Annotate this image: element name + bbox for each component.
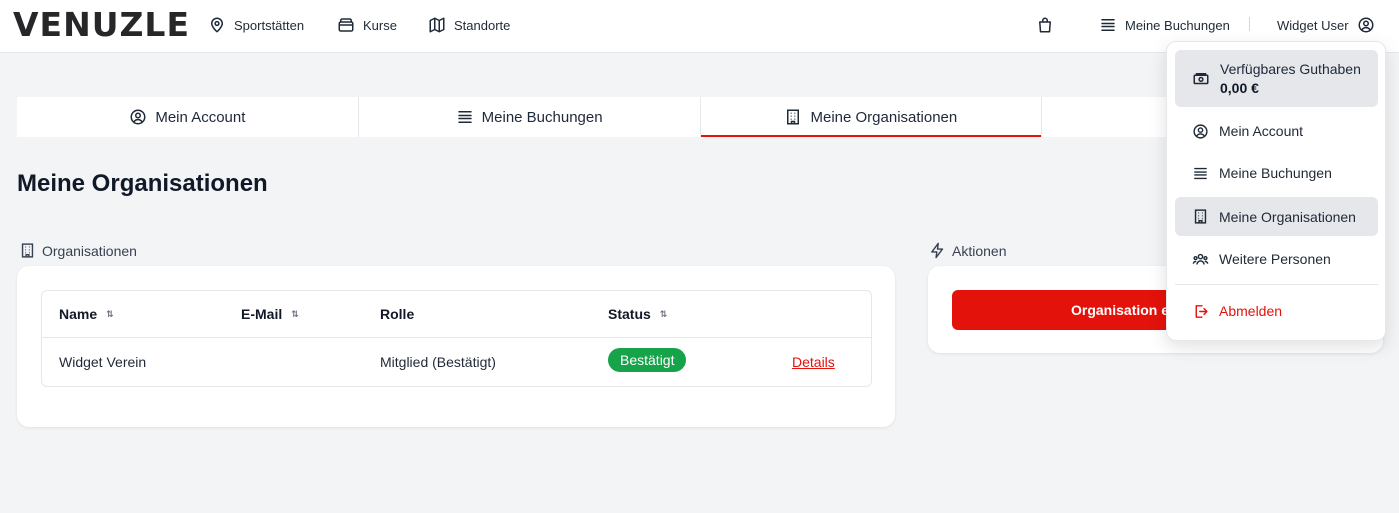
nav-kurse[interactable]: Kurse [337,14,397,36]
actions-section-label: Aktionen [929,242,1006,259]
logout-icon [1192,303,1209,320]
cell-role: Mitglied (Bestätigt) [380,354,496,370]
user-dropdown-menu: Verfügbares Guthaben 0,00 € Mein Account… [1166,41,1386,341]
tab-meine-buchungen[interactable]: Meine Buchungen [359,97,701,137]
column-label: Rolle [380,306,415,322]
menu-divider [1175,284,1378,285]
building-icon [1192,208,1209,225]
section-title: Aktionen [952,242,1007,259]
nav-label: Sportstätten [234,17,305,33]
details-link[interactable]: Details [792,354,835,370]
nav-sportstaetten[interactable]: Sportstätten [208,14,304,36]
column-header-email[interactable]: E-Mail ⇅ [241,304,299,324]
nav-meine-buchungen[interactable]: Meine Buchungen [1099,14,1230,36]
nav-standorte[interactable]: Standorte [428,14,510,36]
nav-label: Standorte [454,17,511,33]
sort-icon: ⇅ [659,309,668,319]
user-circle-icon [1357,16,1375,34]
cell-status: Bestätigt [608,348,687,372]
row-divider [42,337,871,338]
column-header-rolle: Rolle [380,304,414,324]
building-icon [784,108,802,126]
list-icon [1099,16,1117,34]
column-header-status[interactable]: Status ⇅ [608,304,667,324]
tab-label: Meine Buchungen [481,108,603,126]
banknote-icon [1192,70,1210,88]
status-badge: Bestätigt [608,348,687,372]
sort-icon: ⇅ [106,309,114,319]
tab-label: Meine Organisationen [810,108,958,126]
credit-label: Verfügbares Guthaben [1220,61,1361,77]
menu-item-label: Meine Organisationen [1219,208,1356,225]
wallet-icon [337,16,355,34]
credit-value: 0,00 € [1220,80,1259,96]
menu-item-meine-buchungen[interactable]: Meine Buchungen [1175,154,1378,192]
shopping-bag-icon [1036,16,1054,34]
organisations-card: Name ⇅ E-Mail ⇅ Rolle Status ⇅ Widget Ve… [17,266,895,427]
list-icon [1192,165,1209,182]
tab-mein-account[interactable]: Mein Account [17,97,359,137]
page-title: Meine Organisationen [17,170,268,197]
column-label: E-Mail [241,306,283,322]
nav-label: Kurse [363,17,397,33]
column-header-name[interactable]: Name ⇅ [59,304,114,324]
menu-item-mein-account[interactable]: Mein Account [1175,112,1378,150]
nav-divider [1249,17,1250,31]
menu-item-label: Weitere Personen [1219,251,1331,267]
lightning-icon [929,242,946,259]
map-icon [428,16,446,34]
menu-item-label: Mein Account [1219,123,1304,139]
menu-item-label: Abmelden [1219,303,1283,319]
cart-button[interactable] [1036,14,1054,36]
building-icon [19,242,36,259]
map-pin-icon [208,16,226,34]
user-name: Widget User [1277,17,1349,33]
cell-action: Details [792,351,835,373]
user-circle-icon [129,108,147,126]
user-menu-button[interactable]: Widget User [1277,14,1375,36]
user-circle-icon [1192,123,1209,140]
cell-name: Widget Verein [59,354,147,370]
menu-item-weitere-personen[interactable]: Weitere Personen [1175,240,1378,278]
credit-balance: Verfügbares Guthaben 0,00 € [1175,50,1378,107]
menu-item-label: Meine Buchungen [1219,165,1332,181]
list-icon [456,108,474,126]
nav-label: Meine Buchungen [1125,17,1230,33]
section-title: Organisationen [42,242,137,259]
tab-label: Mein Account [155,108,246,126]
menu-item-meine-organisationen[interactable]: Meine Organisationen [1175,197,1378,236]
sort-icon: ⇅ [291,309,299,319]
menu-item-abmelden[interactable]: Abmelden [1175,292,1378,330]
column-label: Status [608,306,651,322]
organisations-section-label: Organisationen [19,242,137,259]
venuzle-logo[interactable]: VENUZLE [13,8,190,41]
tab-meine-organisationen[interactable]: Meine Organisationen [700,97,1043,137]
column-label: Name [59,306,98,322]
users-icon [1192,251,1209,268]
organisations-table: Name ⇅ E-Mail ⇅ Rolle Status ⇅ Widget Ve… [41,290,872,387]
